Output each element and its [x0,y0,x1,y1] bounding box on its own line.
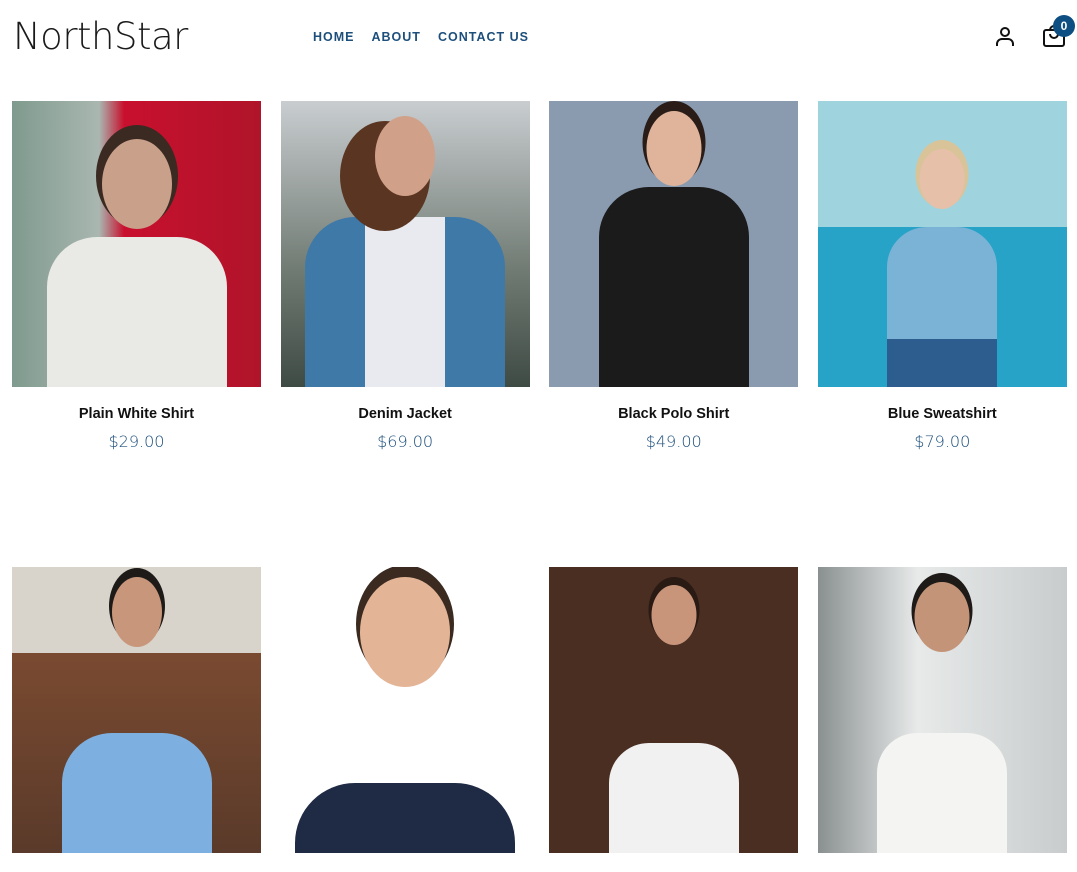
nav-contact-us[interactable]: CONTACT US [438,30,529,44]
main-nav: HOME ABOUT CONTACT US [313,30,529,44]
product-price: $69.00 [377,432,434,451]
product-card[interactable] [549,567,799,872]
product-card[interactable] [280,567,530,872]
nav-home[interactable]: HOME [313,30,355,44]
product-grid: Plain White Shirt $29.00 Denim Jacket $6… [12,101,1067,872]
product-card[interactable] [12,567,261,872]
nav-about[interactable]: ABOUT [372,30,421,44]
product-name[interactable]: Denim Jacket [281,406,530,422]
product-image[interactable] [817,101,1067,387]
product-name[interactable]: Blue Sweatshirt [818,406,1067,422]
site-header: NorthStar HOME ABOUT CONTACT US 0 [0,0,1077,80]
product-image[interactable] [817,567,1067,853]
product-card[interactable] [817,567,1067,872]
product-image[interactable] [12,101,261,387]
product-image[interactable] [280,101,530,387]
brand-logo[interactable]: NorthStar [13,15,188,58]
product-card[interactable]: Plain White Shirt $29.00 [12,101,261,451]
product-name[interactable]: Black Polo Shirt [549,406,798,422]
user-icon[interactable] [993,24,1017,48]
product-price: $29.00 [108,432,165,451]
product-price: $49.00 [645,432,702,451]
product-card[interactable]: Black Polo Shirt $49.00 [549,101,799,451]
product-image[interactable] [12,567,261,853]
product-name[interactable]: Plain White Shirt [12,406,261,422]
product-image[interactable] [549,101,799,387]
product-price: $79.00 [914,432,971,451]
product-image[interactable] [549,567,799,853]
cart-count-badge: 0 [1053,15,1075,37]
product-image[interactable] [280,567,530,853]
product-card[interactable]: Blue Sweatshirt $79.00 [817,101,1067,451]
product-card[interactable]: Denim Jacket $69.00 [280,101,530,451]
